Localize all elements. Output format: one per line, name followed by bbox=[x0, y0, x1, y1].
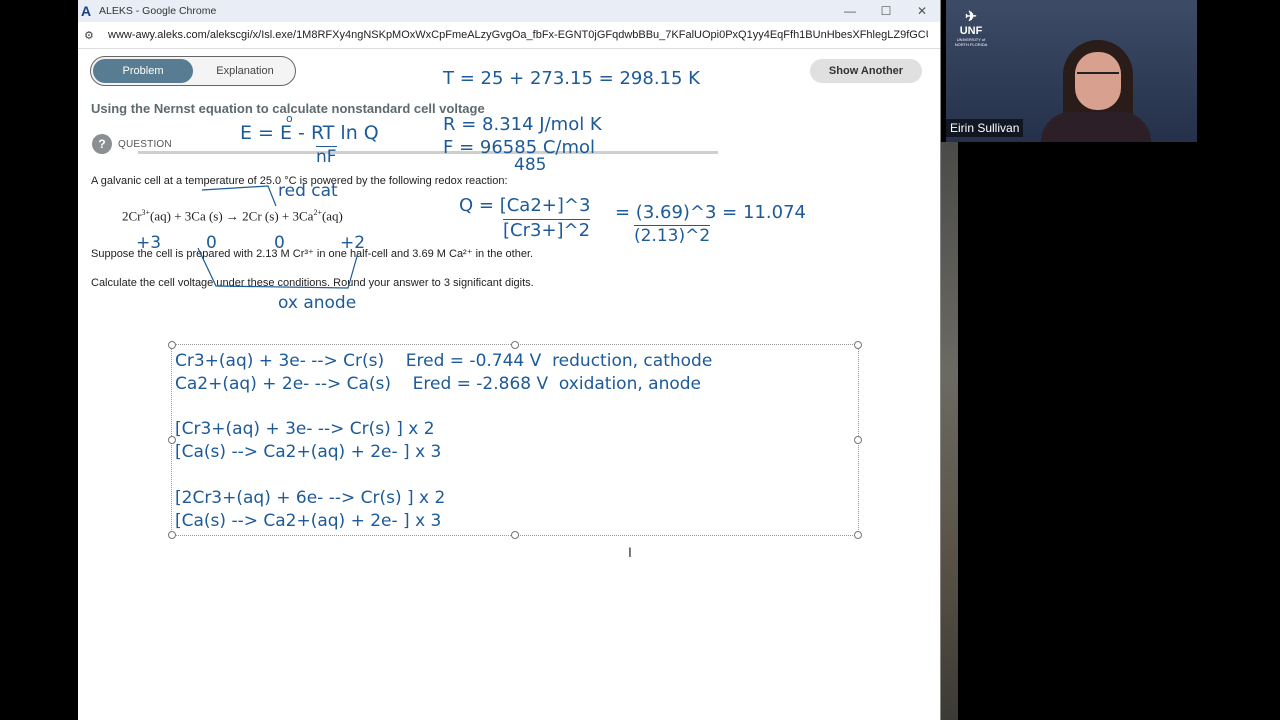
participant-name: Eirin Sullivan bbox=[946, 119, 1024, 137]
resize-handle[interactable] bbox=[854, 531, 862, 539]
note-line: Cr3+(aq) + 3e- --> Cr(s) Ered = -0.744 V… bbox=[175, 351, 713, 371]
ink-strokes bbox=[197, 185, 359, 289]
resize-handle[interactable] bbox=[854, 341, 862, 349]
close-icon[interactable]: ✕ bbox=[904, 4, 940, 18]
resize-handle[interactable] bbox=[168, 341, 176, 349]
participant-video bbox=[1041, 40, 1151, 142]
resize-handle[interactable] bbox=[854, 436, 862, 444]
ink-bracket-reduction bbox=[201, 185, 277, 207]
video-tile: ✈ UNF UNIVERSITY of NORTH FLORIDA Eirin … bbox=[946, 0, 1197, 142]
window-title: ALEKS - Google Chrome bbox=[99, 5, 217, 17]
left-margin bbox=[0, 0, 78, 720]
note-line: [Ca(s) --> Ca2+(aq) + 2e- ] x 3 bbox=[175, 442, 442, 462]
osprey-icon: ✈ bbox=[965, 8, 977, 24]
unf-logo: ✈ UNF UNIVERSITY of NORTH FLORIDA bbox=[954, 8, 988, 50]
url-field[interactable]: www-awy.aleks.com/alekscgi/x/Isl.exe/1M8… bbox=[108, 29, 928, 41]
note-line: [2Cr3+(aq) + 6e- --> Cr(s) ] x 2 bbox=[175, 488, 446, 508]
desktop-background bbox=[940, 142, 960, 720]
resize-handle[interactable] bbox=[168, 531, 176, 539]
resize-handle[interactable] bbox=[511, 341, 519, 349]
minimize-icon[interactable]: — bbox=[832, 4, 868, 18]
window-controls: — ☐ ✕ bbox=[832, 4, 940, 18]
logo-subtext: UNIVERSITY of NORTH FLORIDA bbox=[954, 37, 988, 47]
note-line: [Ca(s) --> Ca2+(aq) + 2e- ] x 3 bbox=[175, 511, 442, 531]
site-info-icon[interactable]: ⚙ bbox=[84, 29, 98, 42]
note-line: Ca2+(aq) + 2e- --> Ca(s) Ered = -2.868 V… bbox=[175, 374, 702, 394]
resize-handle[interactable] bbox=[511, 531, 519, 539]
aleks-content: Problem Explanation Show Another Using t… bbox=[78, 48, 940, 720]
note-line: [Cr3+(aq) + 3e- --> Cr(s) ] x 2 bbox=[175, 419, 435, 439]
aleks-logo-icon: A bbox=[81, 3, 92, 19]
ink-bracket-oxidation bbox=[197, 247, 359, 289]
text-cursor-icon: I bbox=[628, 544, 632, 560]
logo-text: UNF bbox=[959, 25, 983, 37]
address-bar: ⚙ www-awy.aleks.com/alekscgi/x/Isl.exe/1… bbox=[78, 22, 940, 49]
notes-textbox[interactable]: Cr3+(aq) + 3e- --> Cr(s) Ered = -0.744 V… bbox=[168, 341, 862, 560]
browser-window: A ALEKS - Google Chrome — ☐ ✕ ⚙ www-awy.… bbox=[78, 0, 941, 720]
maximize-icon[interactable]: ☐ bbox=[868, 4, 904, 18]
title-bar: A ALEKS - Google Chrome — ☐ ✕ bbox=[78, 0, 940, 22]
